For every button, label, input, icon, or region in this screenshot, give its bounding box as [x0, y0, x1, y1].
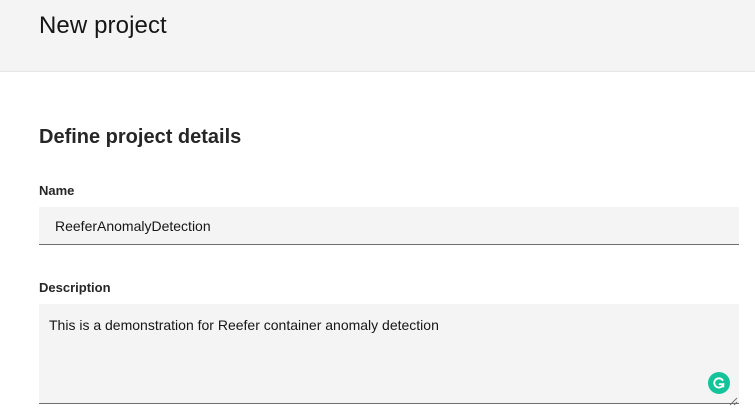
name-input[interactable] — [39, 207, 739, 245]
description-textarea[interactable]: This is a demonstration for Reefer conta… — [39, 304, 739, 406]
name-label: Name — [39, 183, 75, 198]
resize-handle-icon[interactable] — [729, 393, 738, 406]
description-label: Description — [39, 280, 111, 295]
main-content: Define project details Name Description … — [0, 72, 755, 414]
page-header: New project — [0, 0, 755, 72]
section-title: Define project details — [39, 126, 242, 148]
grammarly-icon[interactable] — [708, 372, 730, 394]
description-text: This is a demonstration for Reefer conta… — [49, 317, 439, 333]
page-title: New project — [39, 12, 167, 39]
